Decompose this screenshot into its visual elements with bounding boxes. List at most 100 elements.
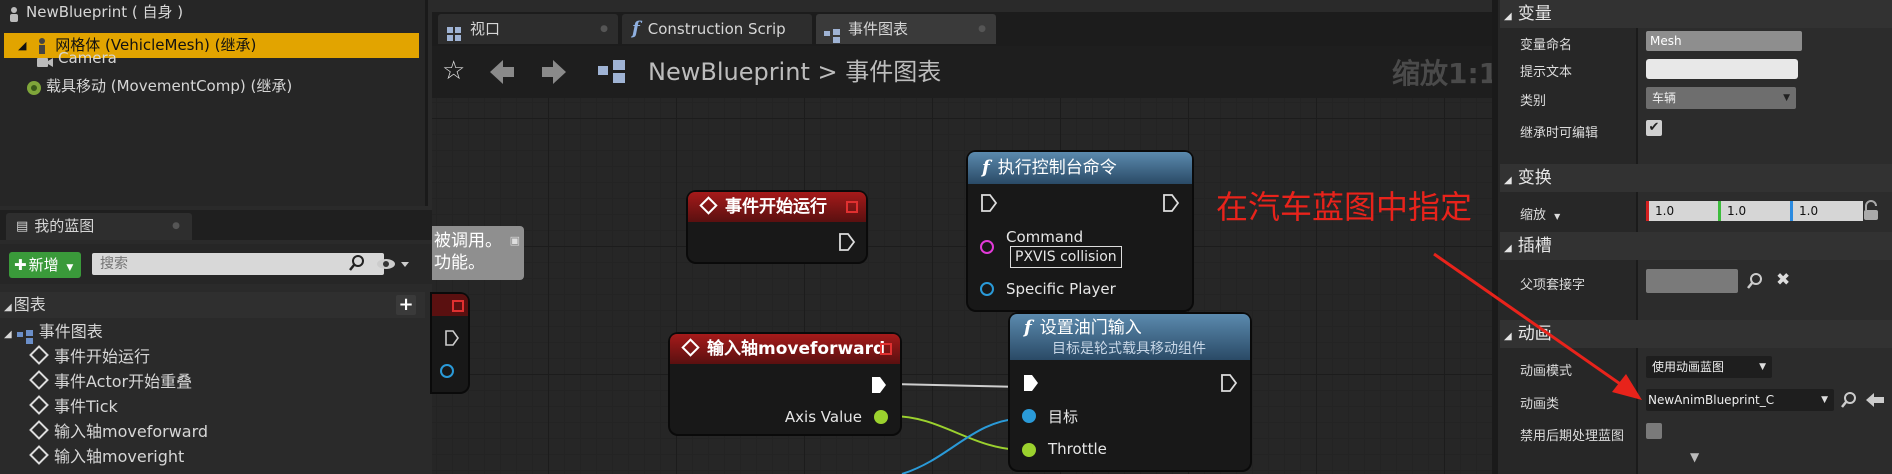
category-label: 变量: [1517, 4, 1552, 24]
component-item-label: 载具移动 (MovementComp) (继承): [46, 77, 293, 95]
anim-class-dropdown[interactable]: NewAnimBlueprint_C ▼: [1646, 389, 1834, 411]
exec-out-pin-icon[interactable]: [838, 233, 856, 251]
search-icon[interactable]: [348, 254, 366, 272]
node-input-axis-moveforward[interactable]: 输入轴moveforward Axis Value: [670, 334, 900, 434]
breadcrumb-separator: >: [817, 58, 838, 86]
graphs-section-header[interactable]: ◢ 图表: [0, 292, 425, 318]
throttle-pin-icon[interactable]: [1022, 443, 1036, 457]
throttle-pin-label: Throttle: [1048, 440, 1107, 458]
event-diamond-icon: [29, 445, 49, 465]
node-execute-console-command[interactable]: f 执行控制台命令 Command PXVIS collision Specifi…: [968, 152, 1192, 310]
lock-icon[interactable]: [1862, 200, 1880, 222]
disable-post-checkbox[interactable]: [1646, 423, 1662, 439]
node-header: 输入轴moveforward: [670, 334, 900, 364]
event-diamond-icon: [29, 395, 49, 415]
category-value: 车辆: [1652, 91, 1677, 105]
close-tab-icon[interactable]: ●: [978, 14, 986, 44]
event-diamond-icon: [29, 345, 49, 365]
search-input[interactable]: [92, 253, 384, 275]
graph-icon: [598, 60, 628, 84]
node-set-throttle-input[interactable]: f 设置油门输入 目标是轮式载具移动组件 目标 Throttle: [1010, 314, 1250, 470]
exec-in-pin-icon[interactable]: [980, 194, 998, 212]
close-tab-icon[interactable]: ●: [600, 14, 608, 44]
list-item-event[interactable]: 事件Tick: [29, 394, 118, 419]
search-icon[interactable]: [1746, 272, 1764, 290]
forward-arrow-icon[interactable]: [540, 60, 566, 84]
component-item-movement[interactable]: 载具移动 (MovementComp) (继承): [26, 74, 416, 98]
category-variables[interactable]: ◢ 变量: [1500, 0, 1892, 28]
component-root[interactable]: NewBlueprint ( 自身 ): [8, 0, 418, 24]
tab-label: 事件图表: [848, 20, 909, 38]
tab-event-graph[interactable]: 事件图表 ●: [816, 14, 996, 44]
add-graph-button[interactable]: +: [396, 295, 416, 315]
tab-viewport[interactable]: 视口 ●: [438, 14, 618, 44]
star-icon[interactable]: ☆: [442, 58, 465, 84]
exec-out-pin-icon[interactable]: [1162, 194, 1180, 212]
command-value-field[interactable]: PXVIS collision: [1010, 246, 1122, 268]
list-item-event[interactable]: 事件Actor开始重叠: [29, 369, 193, 394]
function-icon: f: [982, 157, 990, 178]
exec-out-pin-icon[interactable]: [1220, 374, 1238, 392]
anim-mode-dropdown[interactable]: 使用动画蓝图 ▼: [1646, 356, 1772, 378]
component-item-camera[interactable]: Camera: [36, 46, 416, 70]
back-arrow-icon[interactable]: [490, 60, 516, 84]
list-item-event[interactable]: 输入轴moveright: [29, 444, 185, 469]
category-transform[interactable]: ◢ 变换: [1500, 164, 1892, 192]
delegate-pin-icon[interactable]: [880, 343, 892, 355]
category-dropdown[interactable]: 车辆 ▼: [1646, 87, 1796, 109]
exec-out-pin-icon[interactable]: [870, 376, 888, 394]
clear-icon[interactable]: ✖: [1776, 270, 1790, 290]
target-pin-icon[interactable]: [1022, 409, 1036, 423]
close-tab-icon[interactable]: ●: [172, 213, 180, 240]
event-label: 输入轴moveright: [54, 447, 185, 466]
graph-icon: [824, 23, 842, 43]
use-selected-arrow-icon[interactable]: [1866, 392, 1886, 408]
editable-checkbox[interactable]: ✔: [1646, 120, 1662, 136]
delegate-pin-icon[interactable]: [846, 201, 858, 213]
tab-label: Construction Scrip: [647, 20, 786, 38]
arrow-line: [1433, 252, 1627, 390]
node-header: 事件开始运行: [688, 192, 866, 222]
event-graph-item[interactable]: ◢ 事件图表: [4, 319, 103, 344]
string-pin-icon[interactable]: [980, 240, 994, 254]
add-new-button[interactable]: ✚ 新增 ▼: [9, 252, 81, 278]
camera-icon: [36, 52, 54, 67]
tab-construction-script[interactable]: f Construction Scrip: [622, 14, 812, 44]
node-event-begin-play[interactable]: 事件开始运行: [688, 192, 866, 262]
variable-name-input[interactable]: Mesh: [1646, 31, 1802, 51]
list-item-event[interactable]: 输入轴moveforward: [29, 419, 209, 444]
zoom-level: 缩放1:1: [1392, 57, 1499, 90]
exec-in-pin-icon[interactable]: [1022, 374, 1040, 392]
graph-navbar: [432, 46, 1492, 98]
tooltip-label: 提示文本: [1520, 65, 1573, 80]
event-label: 输入轴moveforward: [54, 422, 209, 441]
player-pin-icon[interactable]: [980, 282, 994, 296]
category-label: 变换: [1517, 168, 1552, 188]
scale-y-field[interactable]: 1.0: [1718, 201, 1791, 221]
view-options-eye-icon[interactable]: [375, 254, 415, 274]
expand-advanced-icon[interactable]: ▼: [1690, 450, 1699, 464]
disable-post-label: 禁用后期处理蓝图: [1520, 429, 1625, 444]
wires-layer: [891, 383, 1025, 474]
menu-strip: [432, 0, 1492, 12]
axis-value-label: Axis Value: [784, 408, 862, 426]
tab-my-blueprint[interactable]: ▤ 我的蓝图 ●: [6, 213, 192, 240]
breadcrumb-root[interactable]: NewBlueprint: [648, 58, 810, 86]
tooltip-input[interactable]: [1646, 59, 1798, 79]
event-diamond-icon: [29, 420, 49, 440]
scale-z-field[interactable]: 1.0: [1790, 201, 1863, 221]
components-panel: [0, 0, 428, 206]
scale-x-field[interactable]: 1.0: [1646, 201, 1719, 221]
scale-z-value: 1.0: [1799, 204, 1819, 218]
event-diamond-icon: [29, 370, 49, 390]
scale-label[interactable]: 缩放 ▼: [1520, 204, 1560, 223]
event-diamond-icon: [681, 338, 700, 357]
event-label: 事件Tick: [54, 397, 118, 416]
list-item-event[interactable]: 事件开始运行: [29, 344, 150, 369]
book-icon: ▤: [16, 219, 29, 234]
event-label: 事件Actor开始重叠: [54, 372, 193, 391]
float-pin-icon[interactable]: [874, 410, 888, 424]
node-subtitle: 目标是轮式载具移动组件: [1052, 341, 1206, 357]
add-new-label: 新增: [28, 256, 59, 274]
browse-search-icon[interactable]: [1840, 391, 1858, 409]
